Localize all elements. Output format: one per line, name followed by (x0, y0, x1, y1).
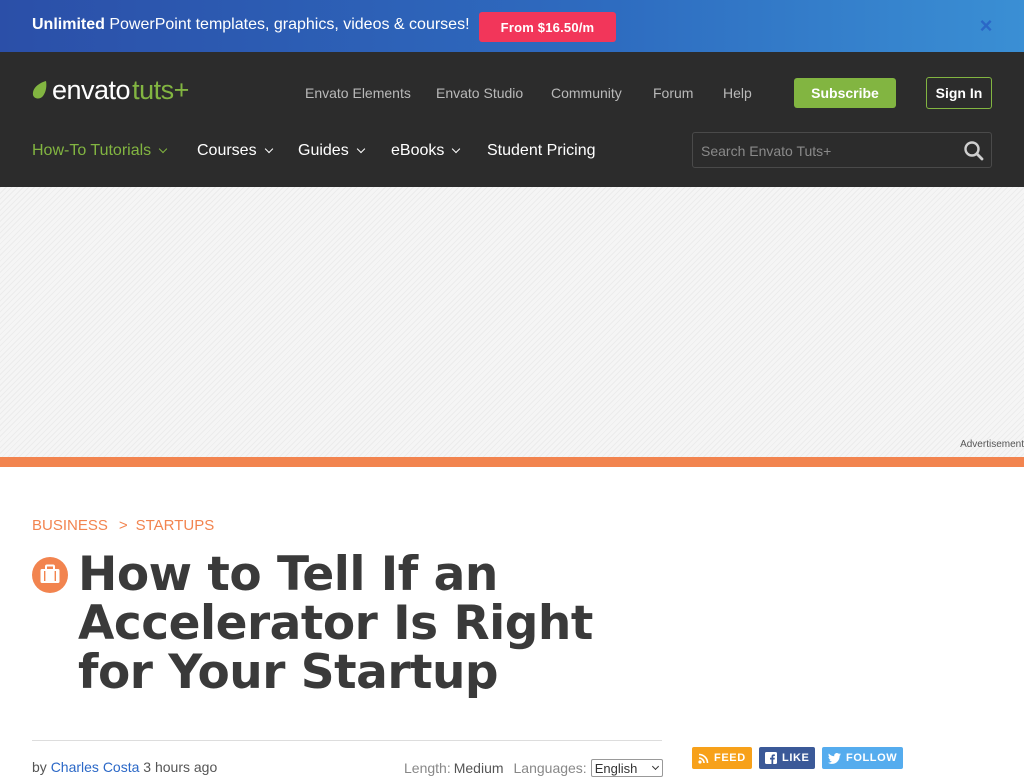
feed-button[interactable]: FEED (692, 747, 752, 769)
facebook-icon (765, 752, 777, 764)
close-icon[interactable]: × (976, 15, 996, 37)
topnav-envato-studio[interactable]: Envato Studio (436, 85, 523, 101)
nav-label: Guides (298, 142, 349, 159)
topnav-forum[interactable]: Forum (653, 85, 693, 101)
nav-label: eBooks (391, 142, 445, 159)
site-header: envato tuts+ Envato Elements Envato Stud… (0, 52, 1024, 187)
sign-in-button[interactable]: Sign In (926, 77, 992, 109)
promo-banner: Unlimited PowerPoint templates, graphics… (0, 0, 1024, 52)
category-color-bar (0, 457, 1024, 467)
length-label: Length: (404, 760, 451, 776)
nav-guides[interactable]: Guides (298, 142, 365, 160)
length-value: Medium (453, 760, 504, 776)
rss-icon (698, 753, 709, 764)
nav-ebooks[interactable]: eBooks (391, 142, 461, 160)
like-label: LIKE (782, 752, 810, 764)
promo-cta-button[interactable]: From $16.50/m (479, 12, 616, 42)
follow-label: FOLLOW (846, 752, 898, 764)
chevron-down-icon (158, 144, 168, 154)
divider (32, 740, 662, 741)
follow-button[interactable]: FOLLOW (822, 747, 904, 769)
article-byline: by Charles Costa 3 hours ago (32, 759, 217, 775)
byline-time: 3 hours ago (143, 759, 218, 775)
advertisement-label: Advertisement (960, 439, 1024, 450)
search-input[interactable] (701, 142, 951, 160)
twitter-icon (828, 752, 841, 764)
subscribe-button[interactable]: Subscribe (794, 78, 896, 108)
chevron-down-icon (651, 762, 659, 770)
topnav-envato-elements[interactable]: Envato Elements (305, 85, 411, 101)
nav-courses[interactable]: Courses (197, 142, 273, 160)
breadcrumb-separator: > (118, 517, 128, 534)
envato-tuts-logo[interactable]: envato tuts+ (31, 74, 189, 105)
nav-label: How-To Tutorials (32, 142, 152, 159)
author-link[interactable]: Charles Costa (51, 759, 140, 775)
chevron-down-icon (356, 144, 365, 154)
promo-text: Unlimited PowerPoint templates, graphics… (32, 16, 470, 34)
search-box (692, 132, 992, 168)
promo-message: PowerPoint templates, graphics, videos &… (104, 16, 470, 33)
article-meta: Length: Medium Languages: English (404, 759, 663, 777)
nav-how-to-tutorials[interactable]: How-To Tutorials (32, 142, 168, 160)
feed-label: FEED (714, 752, 746, 764)
logo-envato: envato (52, 74, 131, 105)
nav-label: Courses (197, 142, 257, 159)
language-select[interactable]: English (590, 759, 663, 777)
languages-label: Languages: (513, 760, 587, 776)
chevron-down-icon (452, 144, 461, 154)
nav-student-pricing[interactable]: Student Pricing (487, 142, 596, 160)
briefcase-icon (32, 557, 68, 593)
chevron-down-icon (264, 144, 273, 154)
article-title: How to Tell If an Accelerator Is Right f… (78, 547, 593, 700)
topnav-help[interactable]: Help (723, 85, 752, 101)
leaf-icon (32, 81, 47, 99)
like-button[interactable]: LIKE (759, 747, 816, 769)
breadcrumb-startups[interactable]: STARTUPS (136, 517, 215, 534)
advertisement-area: Advertisement (0, 187, 1024, 457)
topnav-community[interactable]: Community (551, 85, 622, 101)
promo-bold: Unlimited (32, 16, 105, 33)
nav-label: Student Pricing (487, 142, 596, 159)
logo-tuts: tuts+ (132, 74, 189, 105)
search-icon[interactable] (963, 140, 985, 162)
language-value: English (594, 760, 638, 776)
breadcrumb: BUSINESS > STARTUPS (32, 517, 214, 534)
byline-by: by (32, 759, 47, 775)
breadcrumb-business[interactable]: BUSINESS (32, 517, 108, 534)
briefcase-glyph (40, 564, 60, 583)
